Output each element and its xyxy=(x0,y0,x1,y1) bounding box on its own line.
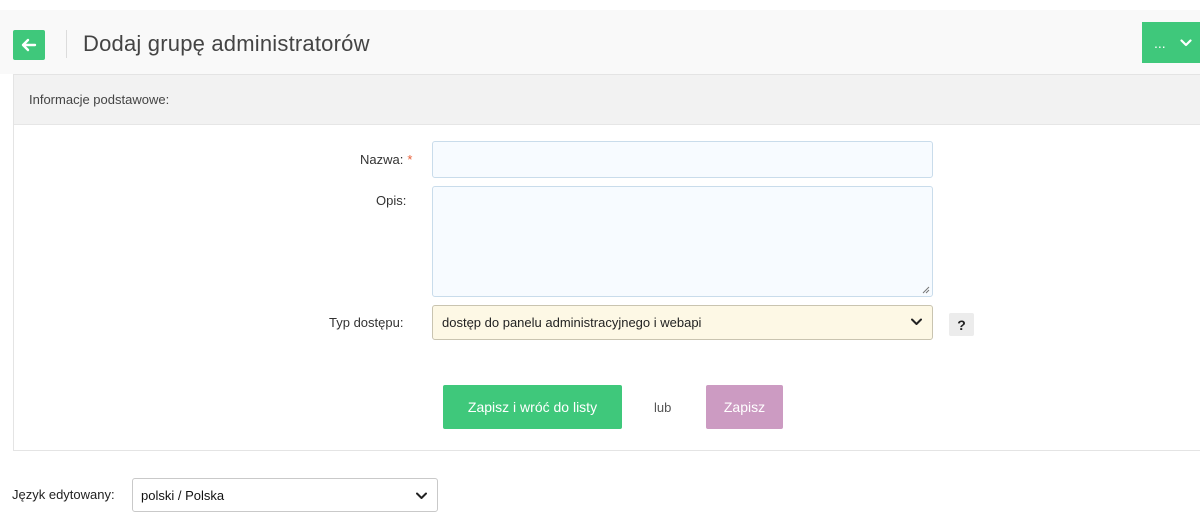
page-title: Dodaj grupę administratorów xyxy=(83,31,370,56)
access-type-select[interactable]: dostęp do panelu administracyjnego i web… xyxy=(432,305,933,340)
name-input[interactable] xyxy=(432,141,933,178)
description-textarea[interactable] xyxy=(432,186,933,297)
resize-grip-icon[interactable] xyxy=(922,286,930,294)
more-actions-button[interactable]: ... xyxy=(1142,22,1200,63)
name-label: Nazwa: xyxy=(360,152,404,167)
access-type-value: dostęp do panelu administracyjnego i web… xyxy=(442,315,702,330)
required-marker: * xyxy=(407,152,413,167)
language-label: Język edytowany: xyxy=(12,487,115,502)
chevron-down-icon xyxy=(416,492,427,499)
save-button[interactable]: Zapisz xyxy=(706,385,783,429)
arrow-left-icon xyxy=(21,38,37,52)
panel-heading: Informacje podstawowe: xyxy=(14,75,1200,125)
name-label-wrap: Nazwa: * xyxy=(360,152,412,167)
description-label: Opis: xyxy=(376,193,407,208)
chevron-down-icon xyxy=(1180,38,1192,46)
help-button[interactable]: ? xyxy=(949,313,974,336)
save-and-return-button[interactable]: Zapisz i wróć do listy xyxy=(443,385,622,429)
back-button[interactable] xyxy=(13,30,45,60)
access-type-label: Typ dostępu: xyxy=(329,315,404,330)
language-select[interactable]: polski / Polska xyxy=(132,478,438,512)
language-value: polski / Polska xyxy=(141,487,225,503)
more-actions-label: ... xyxy=(1154,34,1166,51)
or-separator: lub xyxy=(654,400,672,415)
header-divider xyxy=(66,30,67,58)
chevron-down-icon xyxy=(911,318,922,325)
